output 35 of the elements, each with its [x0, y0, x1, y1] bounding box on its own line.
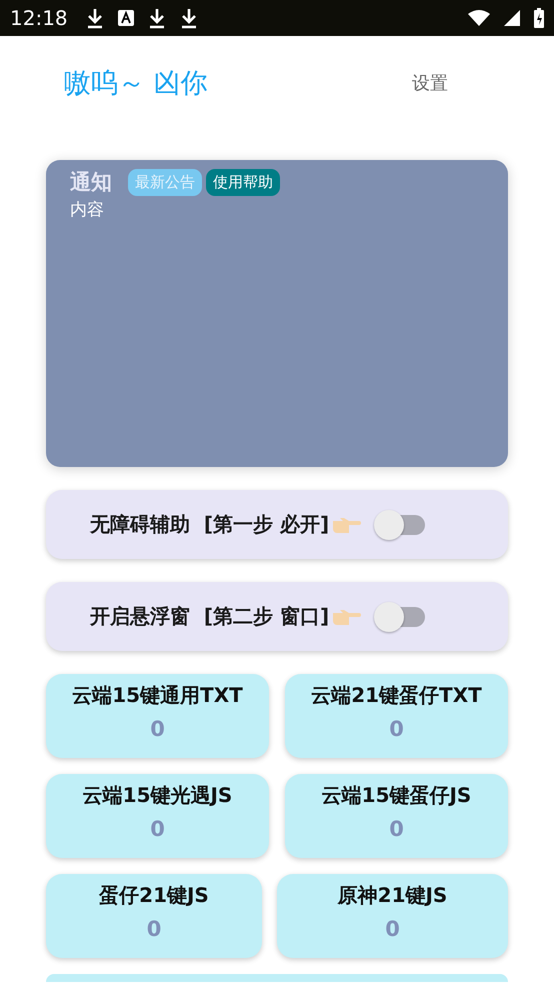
notice-tag[interactable]: 使用帮助 — [206, 168, 280, 196]
toggle-label: 无障碍辅助 [第一步 必开] — [90, 511, 330, 538]
notice-title: 通知 — [70, 169, 112, 196]
tile-title: 云端21键蛋仔TXT — [311, 682, 482, 709]
tile-count: 0 — [385, 917, 400, 941]
settings-link[interactable]: 设置 — [412, 71, 448, 95]
tile-title: 云端15键光遇JS — [82, 782, 232, 809]
tile-count: 0 — [389, 817, 404, 841]
script-tile[interactable]: 原神21键JS 0 — [277, 874, 508, 958]
toggle-switch[interactable] — [373, 600, 428, 632]
wifi-icon — [468, 10, 490, 26]
notice-content: 内容 — [70, 199, 105, 221]
tile-title: 蛋仔21键JS — [99, 882, 209, 909]
download-icon — [86, 7, 104, 29]
script-tile[interactable]: 云端15键蛋仔JS 0 — [285, 774, 508, 858]
download-icon — [148, 7, 166, 29]
download-icon — [180, 7, 198, 29]
tile-title: 云端15键蛋仔JS — [322, 782, 472, 809]
toggle-label: 开启悬浮窗 [第二步 窗口] — [90, 603, 330, 630]
translate-icon — [118, 10, 134, 26]
script-tile[interactable]: 云端15键光遇JS 0 — [46, 774, 269, 858]
signal-icon — [504, 10, 520, 26]
tile-count: 0 — [389, 717, 404, 741]
toggle-switch[interactable] — [373, 508, 428, 540]
tile-count: 0 — [150, 717, 165, 741]
script-tile[interactable]: 云端21键蛋仔TXT 0 — [285, 674, 508, 758]
script-tile[interactable]: 云端15键通用TXT 0 — [46, 674, 269, 758]
tile-title: 云端15键通用TXT — [72, 682, 243, 709]
battery-icon — [534, 8, 544, 28]
tile-title: 原神21键JS — [338, 882, 448, 909]
script-tile[interactable]: 蛋仔21键JS 0 — [46, 874, 262, 958]
tile-count: 0 — [146, 917, 162, 941]
app-title: 嗷呜～ 凶你 — [64, 67, 208, 101]
status-time: 12:18 — [10, 6, 68, 30]
tile-count: 0 — [150, 817, 165, 841]
